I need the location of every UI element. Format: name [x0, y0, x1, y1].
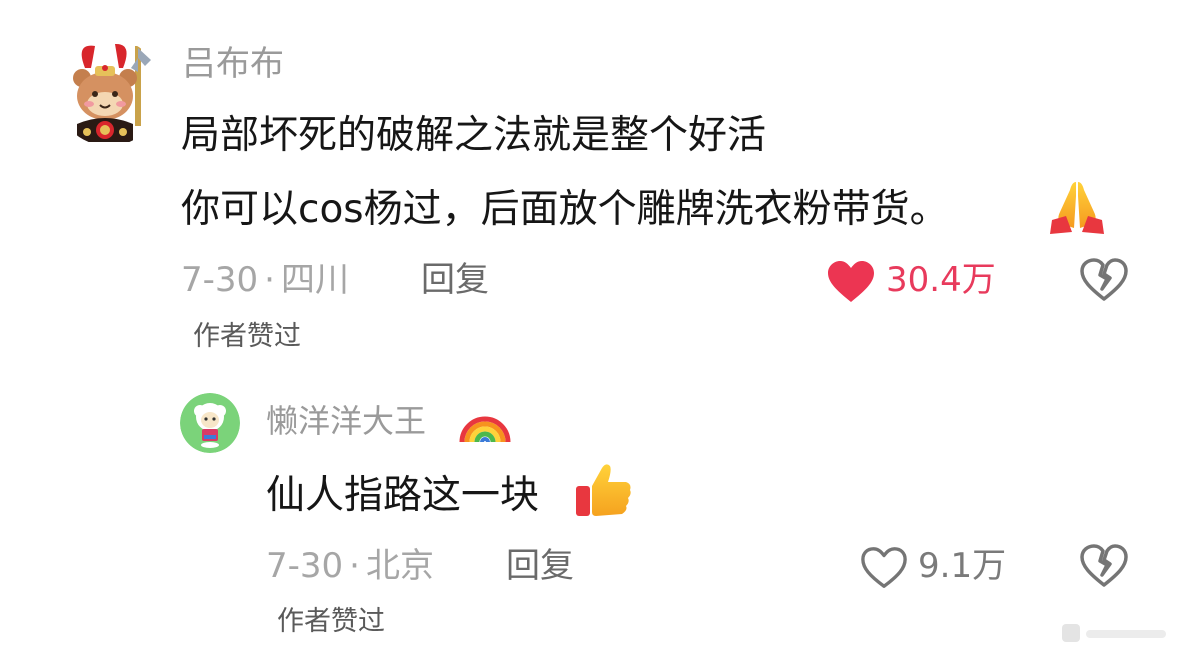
- meta-separator: ·: [264, 260, 275, 300]
- comment-username[interactable]: 吕布布: [182, 44, 284, 84]
- rainbow-emoji-icon: [458, 396, 512, 444]
- thumbs-up-emoji-icon: [574, 460, 636, 520]
- like-button[interactable]: 30.4万: [826, 256, 1006, 304]
- comment-list: 吕布布 局部坏死的破解之法就是整个好活 你可以cos杨过，后面放个雕牌洗衣粉带货…: [0, 0, 1179, 658]
- author-liked-label: 作者赞过: [193, 321, 301, 352]
- folded-hands-emoji-icon: [1046, 178, 1108, 236]
- comment-text-line: 你可以cos杨过，后面放个雕牌洗衣粉带货。: [181, 187, 949, 232]
- user-avatar[interactable]: [55, 38, 163, 146]
- dislike-button[interactable]: [1080, 544, 1128, 588]
- bear-warrior-avatar-icon: [55, 38, 163, 146]
- author-liked-label: 作者赞过: [277, 606, 385, 637]
- heart-outline-icon: [861, 547, 907, 588]
- dislike-button[interactable]: [1080, 258, 1128, 302]
- comment-location: 四川: [280, 260, 349, 300]
- comment-location: 北京: [365, 546, 434, 586]
- comment-date: 7-30: [266, 546, 344, 586]
- comment-meta: 7-30 · 北京: [266, 546, 434, 586]
- user-avatar[interactable]: [180, 393, 240, 453]
- like-count: 9.1万: [918, 546, 1007, 586]
- broken-heart-icon: [1080, 544, 1128, 587]
- comment-text-line: 仙人指路这一块: [266, 473, 540, 518]
- meta-separator: ·: [349, 546, 360, 586]
- like-count: 30.4万: [886, 260, 996, 300]
- reply-button[interactable]: 回复: [506, 546, 574, 586]
- watermark-logo: [1060, 620, 1170, 646]
- reply-button[interactable]: 回复: [421, 260, 489, 300]
- comment-date: 7-30: [181, 260, 259, 300]
- comment-username[interactable]: 懒洋洋大王: [266, 401, 426, 441]
- lazy-sheep-avatar-icon: [180, 393, 240, 453]
- comment-meta: 7-30 · 四川: [181, 260, 349, 300]
- like-button[interactable]: 9.1万: [860, 542, 1010, 590]
- heart-filled-icon: [828, 261, 874, 302]
- broken-heart-icon: [1080, 258, 1128, 301]
- comment-text-line: 局部坏死的破解之法就是整个好活: [181, 113, 767, 158]
